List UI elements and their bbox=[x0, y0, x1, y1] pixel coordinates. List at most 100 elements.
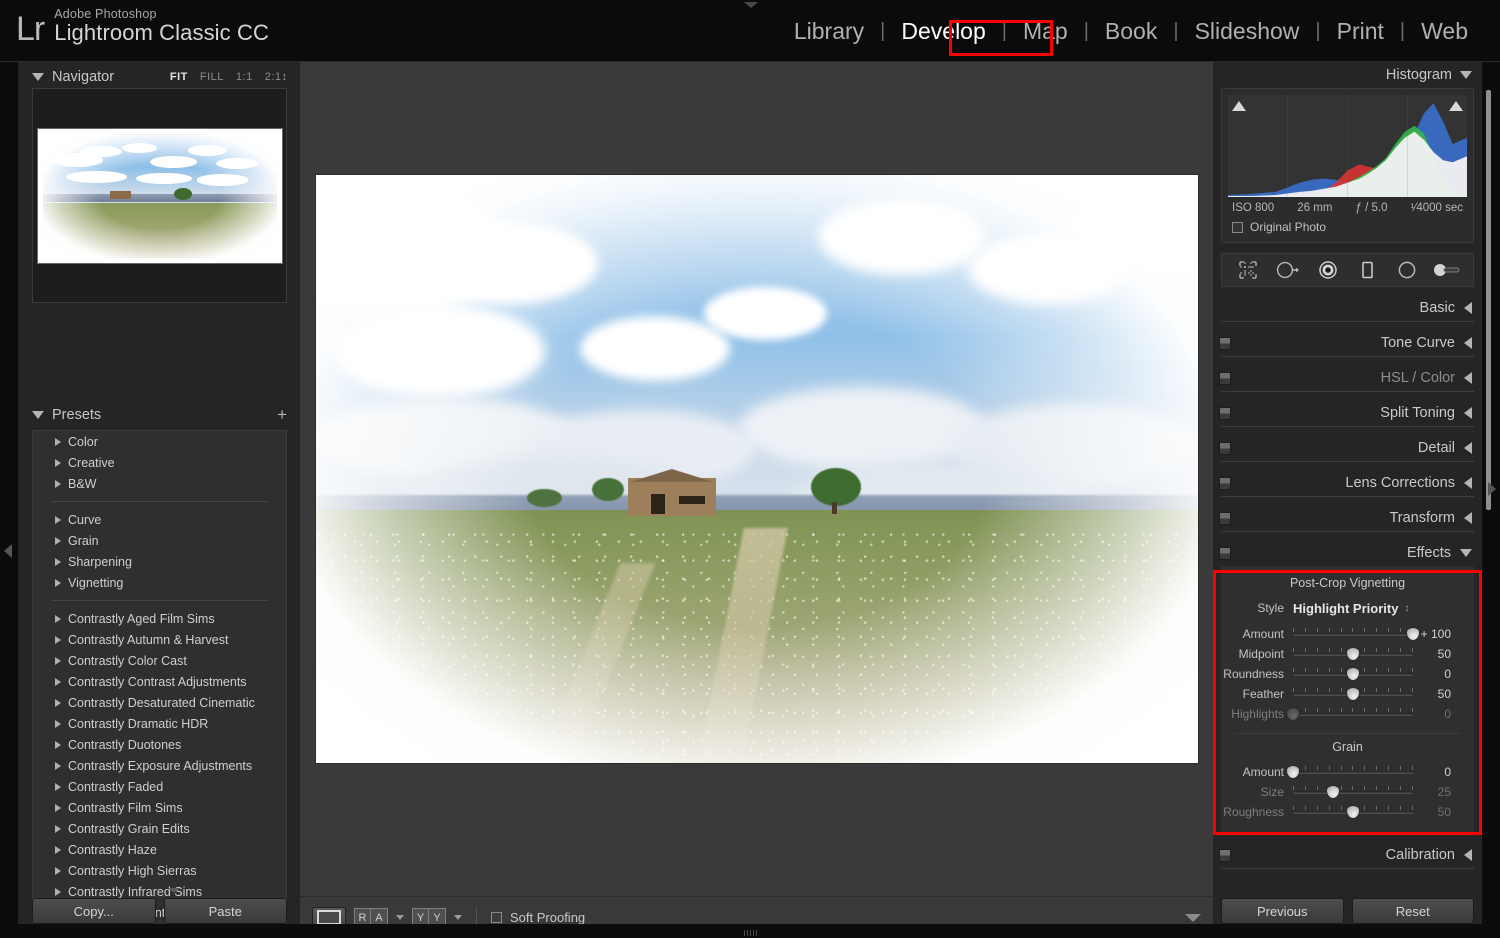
triangle-right-icon[interactable] bbox=[55, 845, 61, 854]
navigator-header[interactable]: Navigator FIT FILL 1:1 2:1 ↕ bbox=[32, 64, 287, 90]
vignette-midpoint-value[interactable]: 50 bbox=[1413, 647, 1459, 661]
navigator-preview-frame[interactable] bbox=[32, 88, 287, 303]
triangle-left-icon[interactable] bbox=[1464, 477, 1472, 489]
panel-enable-switch[interactable] bbox=[1219, 407, 1231, 420]
preset-group-item[interactable]: Sharpening bbox=[33, 551, 286, 572]
preset-group-item[interactable]: Contrastly Contrast Adjustments bbox=[33, 671, 286, 692]
module-map[interactable]: Map bbox=[1009, 16, 1082, 47]
triangle-left-icon[interactable] bbox=[1464, 512, 1472, 524]
panel-enable-switch[interactable] bbox=[1219, 442, 1231, 455]
triangle-right-icon[interactable] bbox=[55, 437, 61, 446]
highlight-clipping-indicator[interactable] bbox=[1447, 98, 1465, 113]
top-panel-toggle-caret[interactable] bbox=[744, 2, 758, 8]
red-eye-correction-tool-icon[interactable] bbox=[1313, 258, 1343, 282]
triangle-right-icon[interactable] bbox=[55, 479, 61, 488]
triangle-left-icon[interactable] bbox=[1464, 407, 1472, 419]
panel-header-tone-curve[interactable]: Tone Curve bbox=[1213, 330, 1482, 356]
triangle-left-icon[interactable] bbox=[1464, 372, 1472, 384]
panel-enable-switch[interactable] bbox=[1219, 512, 1231, 525]
triangle-right-icon[interactable] bbox=[55, 557, 61, 566]
triangle-down-icon[interactable] bbox=[1460, 549, 1472, 557]
vignette-style-stepper-icon[interactable]: ↕ bbox=[1404, 603, 1409, 613]
effects-enable-switch[interactable] bbox=[1219, 547, 1231, 560]
grain-roughness-value[interactable]: 50 bbox=[1413, 805, 1459, 819]
before-after-chevron-down-icon[interactable] bbox=[396, 915, 404, 920]
preset-group-item[interactable]: Contrastly Duotones bbox=[33, 734, 286, 755]
calibration-header[interactable]: Calibration bbox=[1213, 842, 1482, 868]
grain-size-slider[interactable] bbox=[1293, 784, 1413, 799]
slider-knob[interactable] bbox=[1286, 764, 1300, 779]
histogram-chart[interactable] bbox=[1228, 95, 1467, 197]
triangle-right-icon[interactable] bbox=[55, 803, 61, 812]
vignette-feather-value[interactable]: 50 bbox=[1413, 687, 1459, 701]
slider-knob[interactable] bbox=[1286, 706, 1300, 721]
triangle-right-icon[interactable] bbox=[55, 866, 61, 875]
triangle-right-icon[interactable] bbox=[55, 782, 61, 791]
panel-header-detail[interactable]: Detail bbox=[1213, 435, 1482, 461]
panel-header-transform[interactable]: Transform bbox=[1213, 505, 1482, 531]
previous-button[interactable]: Previous bbox=[1221, 898, 1344, 924]
paste-button[interactable]: Paste bbox=[163, 898, 287, 924]
effects-header[interactable]: Effects bbox=[1213, 540, 1482, 566]
navigator-zoom-2-1[interactable]: 2:1 bbox=[265, 71, 282, 83]
vignette-highlights-slider[interactable] bbox=[1286, 706, 1413, 721]
presets-header[interactable]: Presets + bbox=[32, 402, 287, 428]
filmstrip-resize-grip[interactable] bbox=[744, 930, 758, 936]
panel-header-split-toning[interactable]: Split Toning bbox=[1213, 400, 1482, 426]
grain-size-value[interactable]: 25 bbox=[1413, 785, 1459, 799]
grain-roughness-slider[interactable] bbox=[1293, 804, 1413, 819]
histogram-header[interactable]: Histogram bbox=[1213, 62, 1482, 88]
triangle-left-icon[interactable] bbox=[1464, 302, 1472, 314]
triangle-down-icon[interactable] bbox=[32, 73, 44, 81]
preset-group-item[interactable]: Curve bbox=[33, 509, 286, 530]
right-panel-scrollbar[interactable] bbox=[1486, 90, 1491, 510]
radial-filter-tool-icon[interactable] bbox=[1392, 258, 1422, 282]
shadow-clipping-indicator[interactable] bbox=[1230, 98, 1248, 113]
triangle-right-icon[interactable] bbox=[55, 515, 61, 524]
reset-button[interactable]: Reset bbox=[1351, 898, 1474, 924]
slider-knob[interactable] bbox=[1346, 646, 1360, 661]
preset-group-item[interactable]: Contrastly Grain Edits bbox=[33, 818, 286, 839]
panel-enable-switch[interactable] bbox=[1219, 477, 1231, 490]
triangle-left-icon[interactable] bbox=[1464, 442, 1472, 454]
preset-group-item[interactable]: Contrastly High Sierras bbox=[33, 860, 286, 881]
vignette-style-row[interactable]: Style Highlight Priority ↕ bbox=[1221, 598, 1474, 618]
triangle-right-icon[interactable] bbox=[55, 698, 61, 707]
module-library[interactable]: Library bbox=[780, 16, 878, 47]
preset-group-item[interactable]: Color bbox=[33, 431, 286, 452]
preset-group-item[interactable]: Contrastly Autumn & Harvest bbox=[33, 629, 286, 650]
main-photo[interactable] bbox=[315, 175, 1198, 763]
panel-enable-switch[interactable] bbox=[1219, 372, 1231, 385]
triangle-right-icon[interactable] bbox=[55, 740, 61, 749]
original-photo-checkbox[interactable] bbox=[1232, 221, 1243, 233]
slider-knob[interactable] bbox=[1346, 686, 1360, 701]
module-slideshow[interactable]: Slideshow bbox=[1181, 16, 1314, 47]
vignette-amount-slider[interactable] bbox=[1293, 626, 1420, 641]
panel-header-hsl-color[interactable]: HSL / Color bbox=[1213, 365, 1482, 391]
adjustment-brush-tool-icon[interactable] bbox=[1432, 258, 1462, 282]
graduated-filter-tool-icon[interactable] bbox=[1352, 258, 1382, 282]
triangle-right-icon[interactable] bbox=[55, 719, 61, 728]
module-print[interactable]: Print bbox=[1323, 16, 1398, 47]
module-web[interactable]: Web bbox=[1407, 16, 1482, 47]
vignette-roundness-slider[interactable] bbox=[1293, 666, 1413, 681]
triangle-left-icon[interactable] bbox=[1464, 849, 1472, 861]
grain-amount-slider[interactable] bbox=[1286, 764, 1413, 779]
panel-header-lens-corrections[interactable]: Lens Corrections bbox=[1213, 470, 1482, 496]
navigator-zoom-fit[interactable]: FIT bbox=[170, 71, 188, 83]
triangle-right-icon[interactable] bbox=[55, 578, 61, 587]
triangle-down-icon[interactable] bbox=[1460, 71, 1472, 79]
vignette-highlights-value[interactable]: 0 bbox=[1413, 707, 1459, 721]
vignette-feather-slider[interactable] bbox=[1293, 686, 1413, 701]
right-panel-collapse-arrow[interactable] bbox=[1488, 482, 1496, 496]
panel-header-basic[interactable]: Basic bbox=[1213, 295, 1482, 321]
slider-knob[interactable] bbox=[1325, 784, 1340, 799]
slider-knob[interactable] bbox=[1346, 666, 1360, 681]
triangle-right-icon[interactable] bbox=[55, 458, 61, 467]
slider-knob[interactable] bbox=[1346, 804, 1360, 819]
preset-group-item[interactable]: Contrastly Haze bbox=[33, 839, 286, 860]
presets-list[interactable]: Color Creative B&W Curve Grain Sharpening Vign… bbox=[32, 430, 287, 938]
navigator-zoom-1-1[interactable]: 1:1 bbox=[236, 71, 253, 83]
panel-enable-switch[interactable] bbox=[1219, 337, 1231, 350]
navigator-thumbnail[interactable] bbox=[37, 128, 282, 263]
